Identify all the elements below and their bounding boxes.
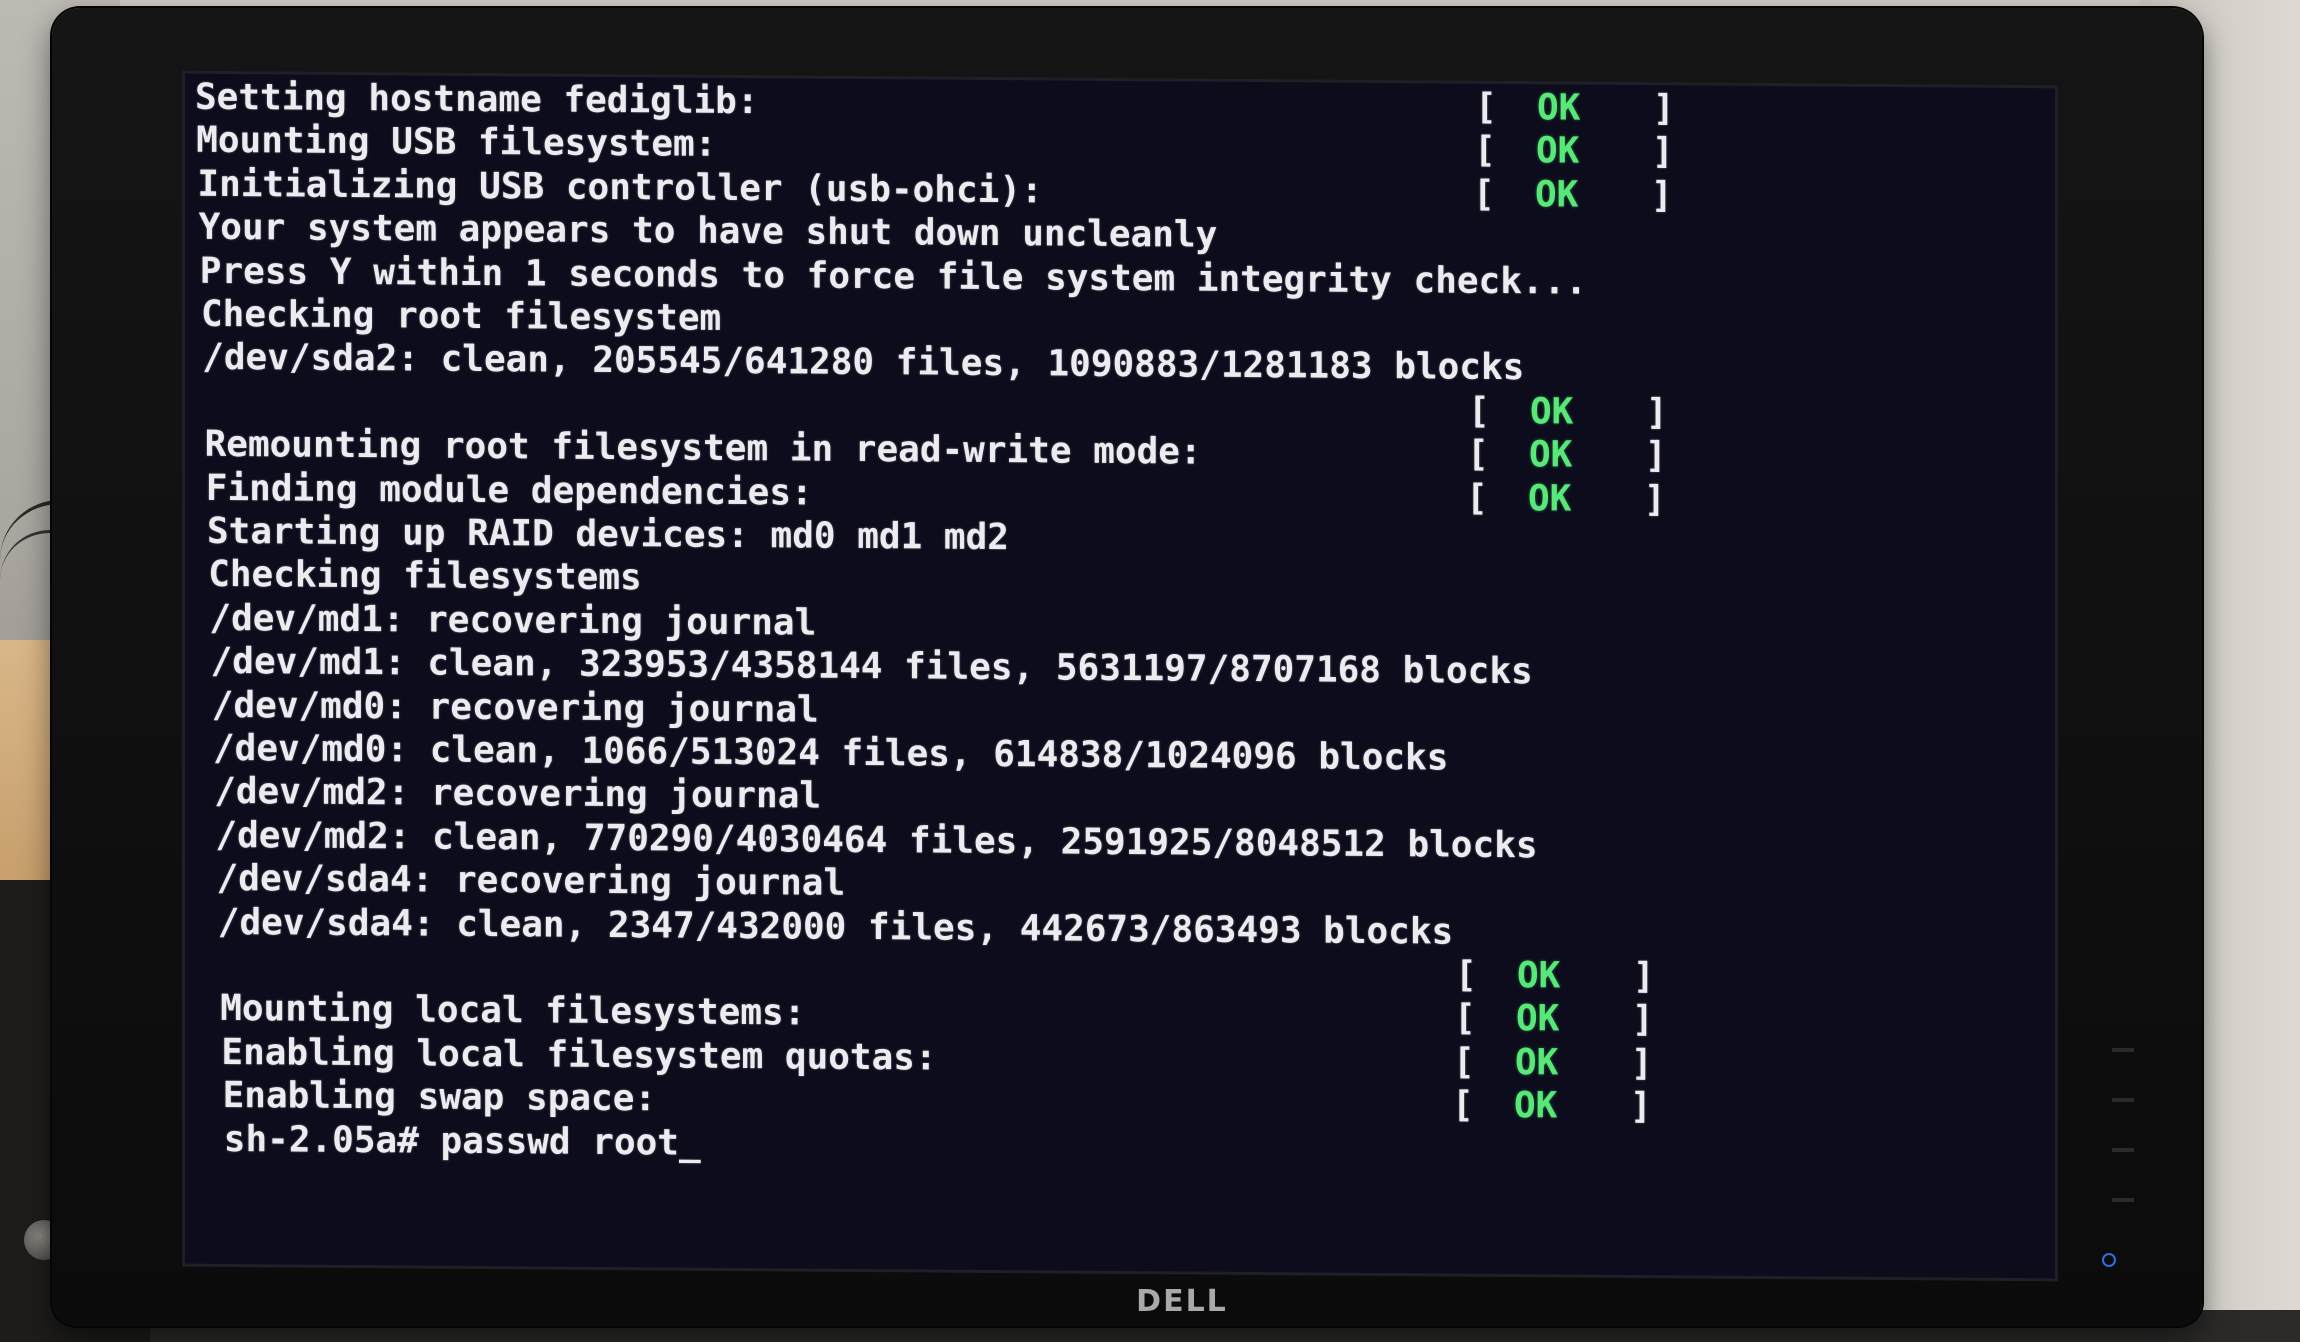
status-bracket-close: ] — [1631, 1042, 1653, 1084]
osd-button[interactable] — [2112, 1098, 2134, 1102]
status-indicator: [ OK] — [1473, 174, 1673, 217]
console-message: /dev/md1: clean, 323953/4358144 files, 5… — [210, 641, 1533, 693]
console-message: /dev/md0: clean, 1066/513024 files, 6148… — [213, 727, 1449, 779]
status-ok-label: OK — [1528, 477, 1572, 520]
shell-command-line[interactable]: sh-2.05a# passwd root_ — [223, 1118, 701, 1164]
status-indicator: [ OK] — [1455, 955, 1655, 998]
status-bracket-open: [ — [1466, 477, 1488, 519]
status-bracket-close: ] — [1653, 88, 1675, 130]
status-bracket-open: [ — [1475, 86, 1497, 128]
status-bracket-open: [ — [1473, 173, 1495, 215]
console-screen[interactable]: Setting hostname fediglib: [ OK] Mounting U… — [182, 70, 2058, 1282]
console-message: Mounting local filesystems: — [220, 988, 806, 1034]
status-indicator: [ OK] — [1468, 391, 1668, 434]
status-ok-label: OK — [1530, 391, 1574, 433]
monitor-bezel: Setting hostname fediglib: [ OK] Mounting U… — [52, 8, 2202, 1326]
monitor-brand-logo: DELL — [1136, 1284, 1228, 1319]
console-message: Enabling local filesystem quotas: — [221, 1031, 937, 1079]
console-message: Setting hostname fediglib: — [195, 76, 759, 123]
status-bracket-close: ] — [1645, 435, 1667, 477]
console-message: Remounting root filesystem in read-write… — [204, 423, 1202, 473]
status-indicator: [ OK] — [1452, 1085, 1652, 1128]
status-ok-label: OK — [1529, 434, 1573, 476]
console-message: Enabling swap space: — [222, 1075, 657, 1120]
console-message: /dev/sda4: clean, 2347/432000 files, 442… — [217, 901, 1454, 953]
status-bracket-open: [ — [1468, 390, 1490, 432]
status-ok-label: OK — [1536, 130, 1580, 172]
status-indicator: [ OK] — [1466, 477, 1666, 520]
console-message: /dev/sda4: recovering journal — [216, 858, 846, 905]
status-ok-label: OK — [1515, 1041, 1559, 1084]
status-indicator: [ OK] — [1474, 130, 1674, 173]
status-bracket-close: ] — [1630, 1086, 1652, 1128]
console-message: Mounting USB filesystem: — [196, 120, 717, 166]
osd-button[interactable] — [2112, 1048, 2134, 1052]
status-bracket-close: ] — [1633, 956, 1655, 998]
console-message: /dev/md2: recovering journal — [214, 771, 822, 818]
console-message: /dev/md1: recovering journal — [209, 597, 817, 644]
status-indicator: [ OK] — [1467, 434, 1667, 477]
text-cursor: _ — [678, 1122, 701, 1164]
status-bracket-open: [ — [1454, 998, 1476, 1040]
status-bracket-open: [ — [1455, 954, 1477, 996]
status-ok-label: OK — [1514, 1085, 1558, 1127]
console-message: Checking filesystems — [208, 554, 642, 599]
console-message: /dev/sda2: clean, 205545/641280 files, 1… — [202, 337, 1525, 389]
console-message: /dev/md2: clean, 770290/4030464 files, 2… — [215, 814, 1538, 867]
status-bracket-open: [ — [1474, 130, 1496, 172]
status-bracket-close: ] — [1644, 478, 1666, 520]
status-indicator: [ OK] — [1454, 998, 1654, 1041]
status-ok-label: OK — [1516, 998, 1560, 1040]
console-message: Initializing USB controller (usb-ohci): — [197, 163, 1043, 212]
console-message: Checking root filesystem — [201, 293, 722, 339]
status-indicator: [ OK] — [1453, 1041, 1653, 1084]
status-indicator: [ OK] — [1475, 87, 1675, 130]
status-bracket-close: ] — [1646, 391, 1668, 434]
console-message: Finding module dependencies: — [205, 467, 813, 514]
status-ok-label: OK — [1517, 955, 1561, 997]
status-bracket-close: ] — [1651, 174, 1673, 217]
status-bracket-close: ] — [1632, 999, 1654, 1041]
status-ok-label: OK — [1537, 87, 1581, 129]
status-bracket-close: ] — [1652, 131, 1674, 173]
shell-prompt: sh-2.05a# — [223, 1118, 441, 1162]
status-bracket-open: [ — [1467, 433, 1489, 476]
console-message: Starting up RAID devices: md0 md1 md2 — [207, 510, 1009, 559]
osd-button[interactable] — [2112, 1148, 2134, 1152]
power-led-icon[interactable] — [2102, 1253, 2116, 1267]
boot-console: Setting hostname fediglib: [ OK] Mounting U… — [185, 74, 2055, 1279]
console-message: /dev/md0: recovering journal — [211, 684, 819, 731]
status-bracket-open: [ — [1453, 1041, 1475, 1083]
shell-input[interactable]: passwd root — [441, 1120, 679, 1163]
osd-button[interactable] — [2112, 1198, 2134, 1202]
status-bracket-open: [ — [1452, 1084, 1474, 1126]
status-ok-label: OK — [1535, 174, 1579, 216]
console-message: Your system appears to have shut down un… — [198, 206, 1218, 256]
